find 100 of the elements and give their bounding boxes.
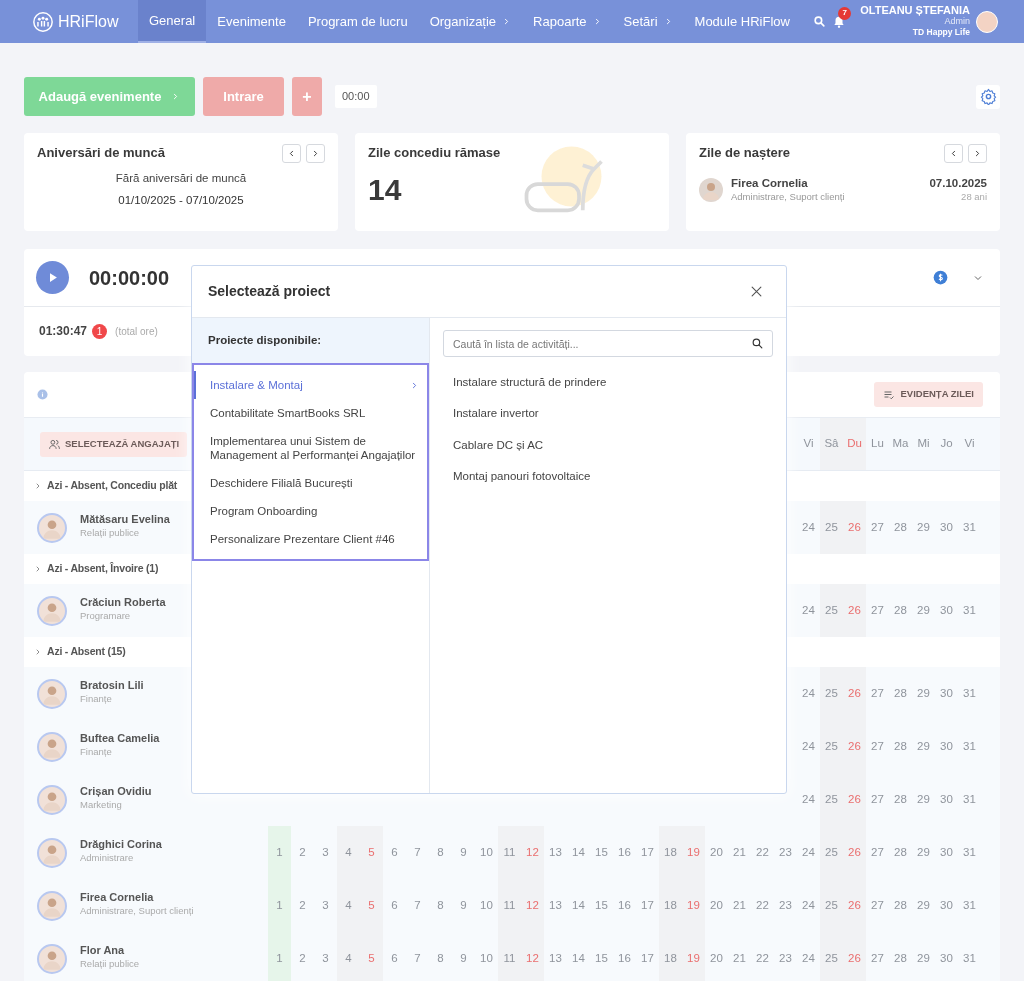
day-number: 19 [687,950,700,966]
employee-name: Flor Ana [80,942,126,957]
nav-tab[interactable]: Setări [612,0,684,43]
info-icon[interactable] [37,389,48,400]
day-number: 30 [940,519,953,535]
day-number: 10 [480,950,493,966]
day-number: 29 [917,844,930,860]
nav-tab[interactable]: Program de lucru [296,0,419,43]
employee-name: Crăciun Roberta [80,594,166,609]
day-record-button[interactable]: EVIDENȚA ZILEI [874,382,983,407]
day-number: 31 [963,844,976,860]
day-number: 3 [322,844,329,860]
day-number: 7 [414,950,421,966]
day-number: 27 [871,738,884,754]
day-number: 21 [733,950,746,966]
day-number: 10 [480,897,493,913]
day-number: 5 [368,844,375,860]
day-number: 30 [940,602,953,618]
day-number: 1 [276,950,283,966]
employee-department: Administrare [80,850,135,865]
group-header[interactable]: Azi - Absent (15) [47,644,126,660]
day-number: 14 [572,844,585,860]
activity-item[interactable]: Instalare invertor [453,405,539,423]
day-number: 1 [276,844,283,860]
birth-date: 07.10.2025 [929,177,987,190]
day-number: 31 [963,738,976,754]
project-item[interactable]: Implementarea unui Sistem de Management al Performanței Angajaților [194,427,427,469]
day-number: 3 [322,950,329,966]
day-number: 30 [940,685,953,701]
day-number: 14 [572,897,585,913]
group-header[interactable]: Azi - Absent, Învoire (1) [47,561,159,577]
employee-name: Buftea Camelia [80,730,160,745]
employee-department: Relații publice [80,525,141,540]
day-number: 7 [414,897,421,913]
day-number: 1 [276,897,283,913]
card-title: Aniversări de muncă [37,144,165,163]
day-number: 18 [664,897,677,913]
day-number: 15 [595,897,608,913]
day-number: 25 [825,519,838,535]
project-item[interactable]: Personalizare Prezentare Client #46 [194,525,427,553]
user-avatar[interactable] [976,10,998,33]
weekday-label: Lu [871,436,884,452]
nav-tab[interactable]: Module HRiFlow [683,0,801,43]
day-number: 6 [391,897,398,913]
day-number: 14 [572,950,585,966]
day-number: 20 [710,950,723,966]
day-number: 28 [894,519,907,535]
day-number: 5 [368,897,375,913]
nav-tab[interactable]: Rapoarte [522,0,613,43]
day-number: 24 [802,519,815,535]
activity-item[interactable]: Cablare DC și AC [453,436,544,454]
day-number: 24 [802,897,815,913]
day-number: 21 [733,897,746,913]
chevron-right-icon [311,148,320,158]
day-number: 12 [526,950,539,966]
company-name: TD Happy Life [912,27,970,38]
nav-tab[interactable]: Evenimente [206,0,297,43]
employee-avatar [37,512,67,543]
employee-avatar [37,784,67,815]
search-field[interactable]: Caută în lista de activități... [443,330,773,357]
play-button[interactable] [36,261,69,294]
nav-tab[interactable]: Organizație [418,0,523,43]
day-number: 30 [940,950,953,966]
day-number: 27 [871,602,884,618]
day-number: 16 [618,950,631,966]
chevron-right-icon[interactable] [34,565,42,573]
day-number: 11 [503,950,516,966]
chevron-right-icon[interactable] [34,648,42,656]
day-number: 29 [917,738,930,754]
project-item[interactable]: Instalare & Montaj [194,371,427,399]
group-header[interactable]: Azi - Absent, Concediu plăt [47,478,178,494]
day-number: 20 [710,897,723,913]
chevron-right-icon[interactable] [34,482,42,490]
search-icon[interactable] [751,337,764,350]
day-number: 16 [618,897,631,913]
employee-department: Marketing [80,797,123,812]
day-number: 22 [756,950,769,966]
activity-item[interactable]: Instalare structură de prindere [453,374,607,392]
weekday-label: Jo [940,436,953,452]
project-item[interactable]: Contabilitate SmartBooks SRL [194,399,427,427]
project-item[interactable]: Deschidere Filială București [194,469,427,497]
day-number: 27 [871,519,884,535]
day-number: 8 [437,844,444,860]
day-number: 9 [460,950,467,966]
day-number: 29 [917,791,930,807]
project-item[interactable]: Program Onboarding [194,497,427,525]
logo-icon [32,10,54,33]
person-name: Firea Cornelia [731,177,809,190]
currency-icon[interactable] [933,270,948,285]
select-employees-button[interactable]: SELECTEAZĂ ANGAJAȚI [40,431,188,457]
nav-tab[interactable]: General [138,0,207,43]
employee-name: Firea Cornelia [80,889,155,904]
close-icon[interactable] [749,284,764,299]
time-display: 00:00 [335,85,377,108]
day-number: 30 [940,897,953,913]
empty-message: Fără aniversări de muncă [115,171,247,186]
day-number: 24 [802,791,815,807]
day-number: 25 [825,602,838,618]
settings-button[interactable] [976,84,1000,109]
activity-item[interactable]: Montaj panouri fotovoltaice [453,467,591,485]
